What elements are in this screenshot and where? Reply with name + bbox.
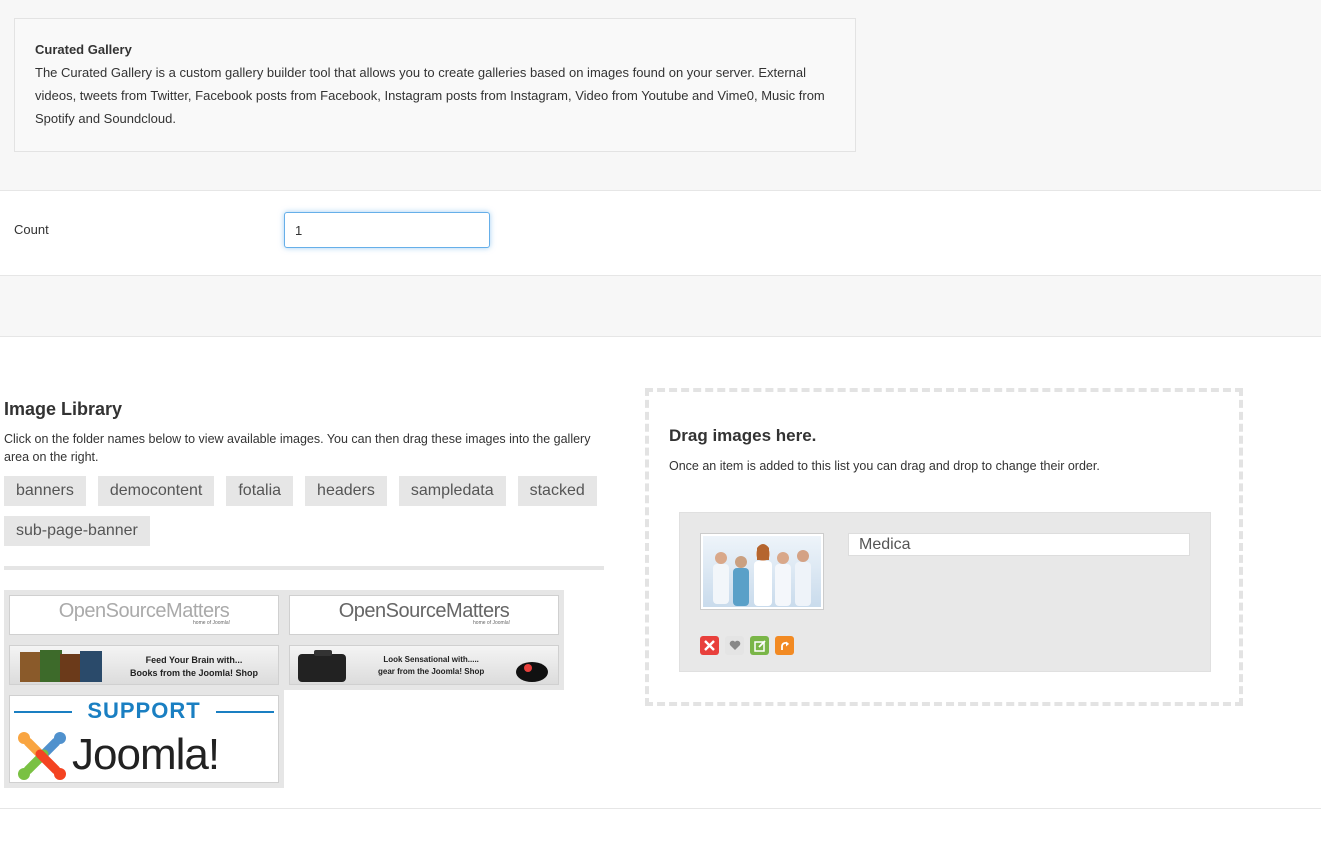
thumb-shop-gear-image: Look Sensational with..... gear from the…	[289, 645, 559, 685]
shop-books-text: Feed Your Brain with... Books from the J…	[130, 654, 258, 680]
library-divider	[4, 566, 604, 570]
thumb-shop-books-image: Feed Your Brain with... Books from the J…	[9, 645, 279, 685]
osm-logo-sub: home of Joomla!	[473, 620, 510, 626]
folder-list: banners democontent fotalia headers samp…	[4, 476, 604, 546]
cap-icon	[516, 662, 548, 682]
folder-fotalia[interactable]: fotalia	[226, 476, 294, 506]
shop-gear-text: Look Sensational with..... gear from the…	[378, 654, 484, 678]
folder-democontent[interactable]: democontent	[97, 476, 215, 506]
spacer-band	[0, 276, 1321, 337]
joomla-logo-icon	[18, 732, 66, 780]
favorite-button[interactable]	[725, 636, 744, 655]
doctors-image	[713, 544, 811, 606]
folder-stacked[interactable]: stacked	[517, 476, 597, 506]
drop-zone-help: Once an item is added to this list you c…	[669, 459, 1100, 473]
thumb-support-joomla-image: SUPPORT Joomla!	[9, 695, 279, 783]
bottom-divider	[0, 808, 1321, 809]
shop-books-line1: Feed Your Brain with...	[145, 655, 243, 665]
drop-zone-title: Drag images here.	[669, 426, 817, 445]
description-text: The Curated Gallery is a custom gallery …	[35, 65, 825, 126]
medical-staff-photo	[703, 536, 821, 607]
thumb-support-joomla[interactable]: SUPPORT Joomla!	[4, 690, 284, 788]
image-library-title: Image Library	[4, 399, 123, 419]
osm-logo-text: OpenSourceMatters	[58, 600, 230, 622]
gallery-item-thumbnail	[700, 533, 824, 610]
count-input[interactable]	[284, 212, 490, 248]
image-library-help: Click on the folder names below to view …	[4, 432, 591, 464]
edit-button[interactable]	[750, 636, 769, 655]
top-band: Curated Gallery The Curated Gallery is a…	[0, 0, 1321, 191]
gallery-item[interactable]	[679, 512, 1211, 672]
gallery-drop-zone[interactable]: Drag images here. Once an item is added …	[645, 388, 1243, 706]
count-label: Count	[14, 222, 49, 237]
close-icon	[704, 640, 715, 651]
thumb-osm-light[interactable]: OpenSourceMatters home of Joomla!	[4, 590, 284, 640]
delete-button[interactable]	[700, 636, 719, 655]
joomla-wordmark: Joomla!	[72, 730, 220, 779]
heart-icon	[729, 640, 740, 650]
thumb-shop-gear[interactable]: Look Sensational with..... gear from the…	[284, 640, 564, 690]
books-icon	[20, 650, 102, 682]
description-panel: Curated Gallery The Curated Gallery is a…	[14, 18, 856, 152]
thumb-osm-light-image: OpenSourceMatters home of Joomla!	[9, 595, 279, 635]
shop-gear-line1: Look Sensational with.....	[383, 655, 479, 664]
bag-icon	[298, 650, 346, 682]
rotate-icon	[780, 641, 789, 650]
edit-icon	[753, 639, 766, 652]
shop-books-line2: Books from the Joomla! Shop	[130, 668, 259, 678]
description-title: Curated Gallery	[35, 42, 132, 57]
osm-logo-sub: home of Joomla!	[193, 620, 230, 626]
gallery-item-title-input[interactable]	[848, 533, 1190, 556]
folder-sub-page-banner[interactable]: sub-page-banner	[4, 516, 150, 546]
count-row: Count	[0, 191, 1321, 276]
folder-banners[interactable]: banners	[4, 476, 86, 506]
osm-logo-text: OpenSourceMatters	[338, 600, 510, 622]
rotate-button[interactable]	[775, 636, 794, 655]
folder-sampledata[interactable]: sampledata	[398, 476, 506, 506]
thumb-osm-dark[interactable]: OpenSourceMatters home of Joomla!	[284, 590, 564, 640]
support-text: SUPPORT	[87, 698, 201, 723]
shop-gear-line2: gear from the Joomla! Shop	[378, 667, 485, 676]
thumb-osm-dark-image: OpenSourceMatters home of Joomla!	[289, 595, 559, 635]
gallery-item-actions	[700, 636, 794, 655]
thumb-shop-books[interactable]: Feed Your Brain with... Books from the J…	[4, 640, 284, 690]
folder-headers[interactable]: headers	[305, 476, 387, 506]
